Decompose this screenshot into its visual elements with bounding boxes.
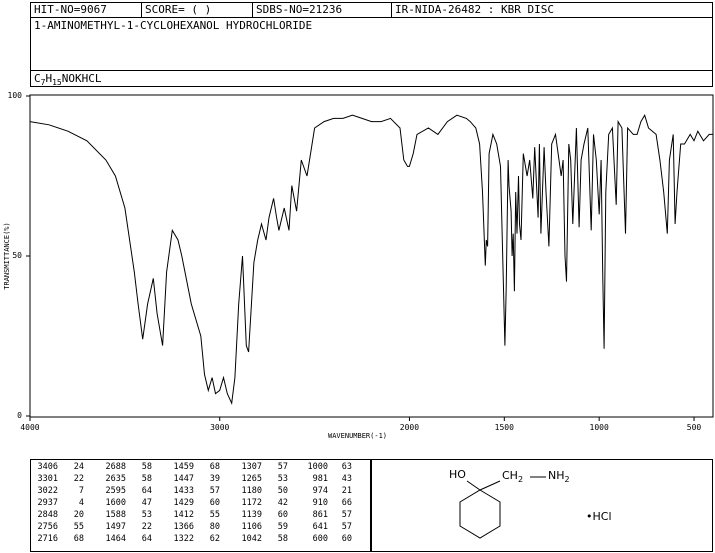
peak-wavenumber: 1172 (241, 498, 262, 508)
peak-wavenumber: 1180 (241, 486, 262, 496)
peak-wavenumber: 1307 (241, 462, 262, 472)
peak-wavenumber: 1000 (307, 462, 328, 472)
peak-transmittance: 57 (277, 462, 288, 472)
peak-wavenumber: 3406 (37, 462, 58, 472)
peak-wavenumber: 1366 (173, 522, 194, 532)
peak-wavenumber: 1322 (173, 534, 194, 544)
peak-wavenumber: 1600 (105, 498, 126, 508)
peak-transmittance: 68 (209, 462, 220, 472)
peak-transmittance: 58 (141, 474, 152, 484)
peak-wavenumber: 1464 (105, 534, 126, 544)
peak-transmittance: 53 (141, 510, 152, 520)
peak-wavenumber: 1265 (241, 474, 262, 484)
peak-transmittance: 66 (341, 498, 352, 508)
x-tick-label: 500 (686, 423, 702, 432)
peak-transmittance: 53 (277, 474, 288, 484)
peak-transmittance: 64 (141, 534, 152, 544)
hydroxyl-label: HO (449, 468, 466, 481)
peak-transmittance: 22 (73, 474, 84, 484)
peak-transmittance: 57 (341, 522, 352, 532)
ch-text: CH (502, 469, 518, 482)
peak-wavenumber: 3301 (37, 474, 58, 484)
peak-transmittance: 80 (209, 522, 220, 532)
peak-transmittance: 60 (341, 534, 352, 544)
peak-transmittance: 42 (277, 498, 288, 508)
peak-transmittance: 58 (141, 462, 152, 472)
peak-wavenumber: 2688 (105, 462, 126, 472)
peak-transmittance: 4 (78, 498, 84, 508)
peak-wavenumber: 1412 (173, 510, 194, 520)
peak-transmittance: 57 (341, 510, 352, 520)
peak-wavenumber: 2848 (37, 510, 58, 520)
hcl-label: •HCl (586, 510, 612, 523)
peak-wavenumber: 1429 (173, 498, 194, 508)
peak-wavenumber: 2937 (37, 498, 58, 508)
amine-label: NH2 (548, 469, 570, 484)
peak-transmittance: 68 (73, 534, 84, 544)
peak-wavenumber: 1042 (241, 534, 262, 544)
peak-transmittance: 55 (209, 510, 220, 520)
peak-wavenumber: 2635 (105, 474, 126, 484)
peak-wavenumber: 2716 (37, 534, 58, 544)
peak-transmittance: 24 (73, 462, 84, 472)
nh-subscript: 2 (564, 475, 570, 485)
structure-box (371, 459, 713, 552)
peak-wavenumber: 910 (312, 498, 328, 508)
peak-transmittance: 43 (341, 474, 352, 484)
peak-transmittance: 47 (141, 498, 152, 508)
x-tick-label: 4000 (20, 423, 40, 432)
peak-transmittance: 60 (277, 510, 288, 520)
x-axis-label: WAVENUMBER(-1) (328, 432, 388, 440)
peak-wavenumber: 981 (312, 474, 328, 484)
peak-wavenumber: 1433 (173, 486, 194, 496)
peak-transmittance: 64 (141, 486, 152, 496)
x-tick-label: 1500 (494, 423, 514, 432)
peak-wavenumber: 1447 (173, 474, 194, 484)
peak-transmittance: 55 (73, 522, 84, 532)
x-tick-label: 2000 (399, 423, 420, 432)
methylene-label: CH2 (502, 469, 523, 484)
y-axis-label: TRANSMITTANCE(%) (3, 222, 11, 290)
peak-wavenumber: 3022 (37, 486, 58, 496)
x-tick-label: 3000 (210, 423, 230, 432)
nh-text: NH (548, 469, 565, 482)
peak-transmittance: 63 (341, 462, 352, 472)
peak-transmittance: 58 (277, 534, 288, 544)
peak-transmittance: 50 (277, 486, 288, 496)
y-tick-label: 100 (7, 91, 22, 100)
peak-transmittance: 62 (209, 534, 220, 544)
peak-wavenumber: 600 (312, 534, 328, 544)
peak-wavenumber: 1459 (173, 462, 194, 472)
peak-transmittance: 22 (141, 522, 152, 532)
peak-transmittance: 21 (341, 486, 352, 496)
axis-ticks (26, 95, 695, 421)
peak-transmittance: 7 (78, 486, 84, 496)
y-tick-label: 0 (17, 411, 22, 420)
peak-transmittance: 59 (277, 522, 288, 532)
peak-wavenumber: 641 (312, 522, 328, 532)
ir-spectrum-chart (26, 94, 714, 421)
peak-wavenumber: 1139 (241, 510, 262, 520)
spectrum-line (29, 113, 713, 406)
ch-subscript: 2 (517, 475, 524, 485)
peak-transmittance: 39 (209, 474, 220, 484)
peak-wavenumber: 1588 (105, 510, 126, 520)
peak-transmittance: 20 (73, 510, 84, 520)
peak-wavenumber: 2756 (37, 522, 58, 532)
peak-wavenumber: 1106 (241, 522, 262, 532)
peak-transmittance: 60 (209, 498, 220, 508)
peak-transmittance: 57 (209, 486, 220, 496)
peak-wavenumber: 974 (312, 486, 328, 496)
x-tick-label: 1000 (589, 423, 609, 432)
peak-wavenumber: 1497 (105, 522, 126, 532)
peak-wavenumber: 2595 (105, 486, 126, 496)
peak-wavenumber: 861 (312, 510, 328, 520)
